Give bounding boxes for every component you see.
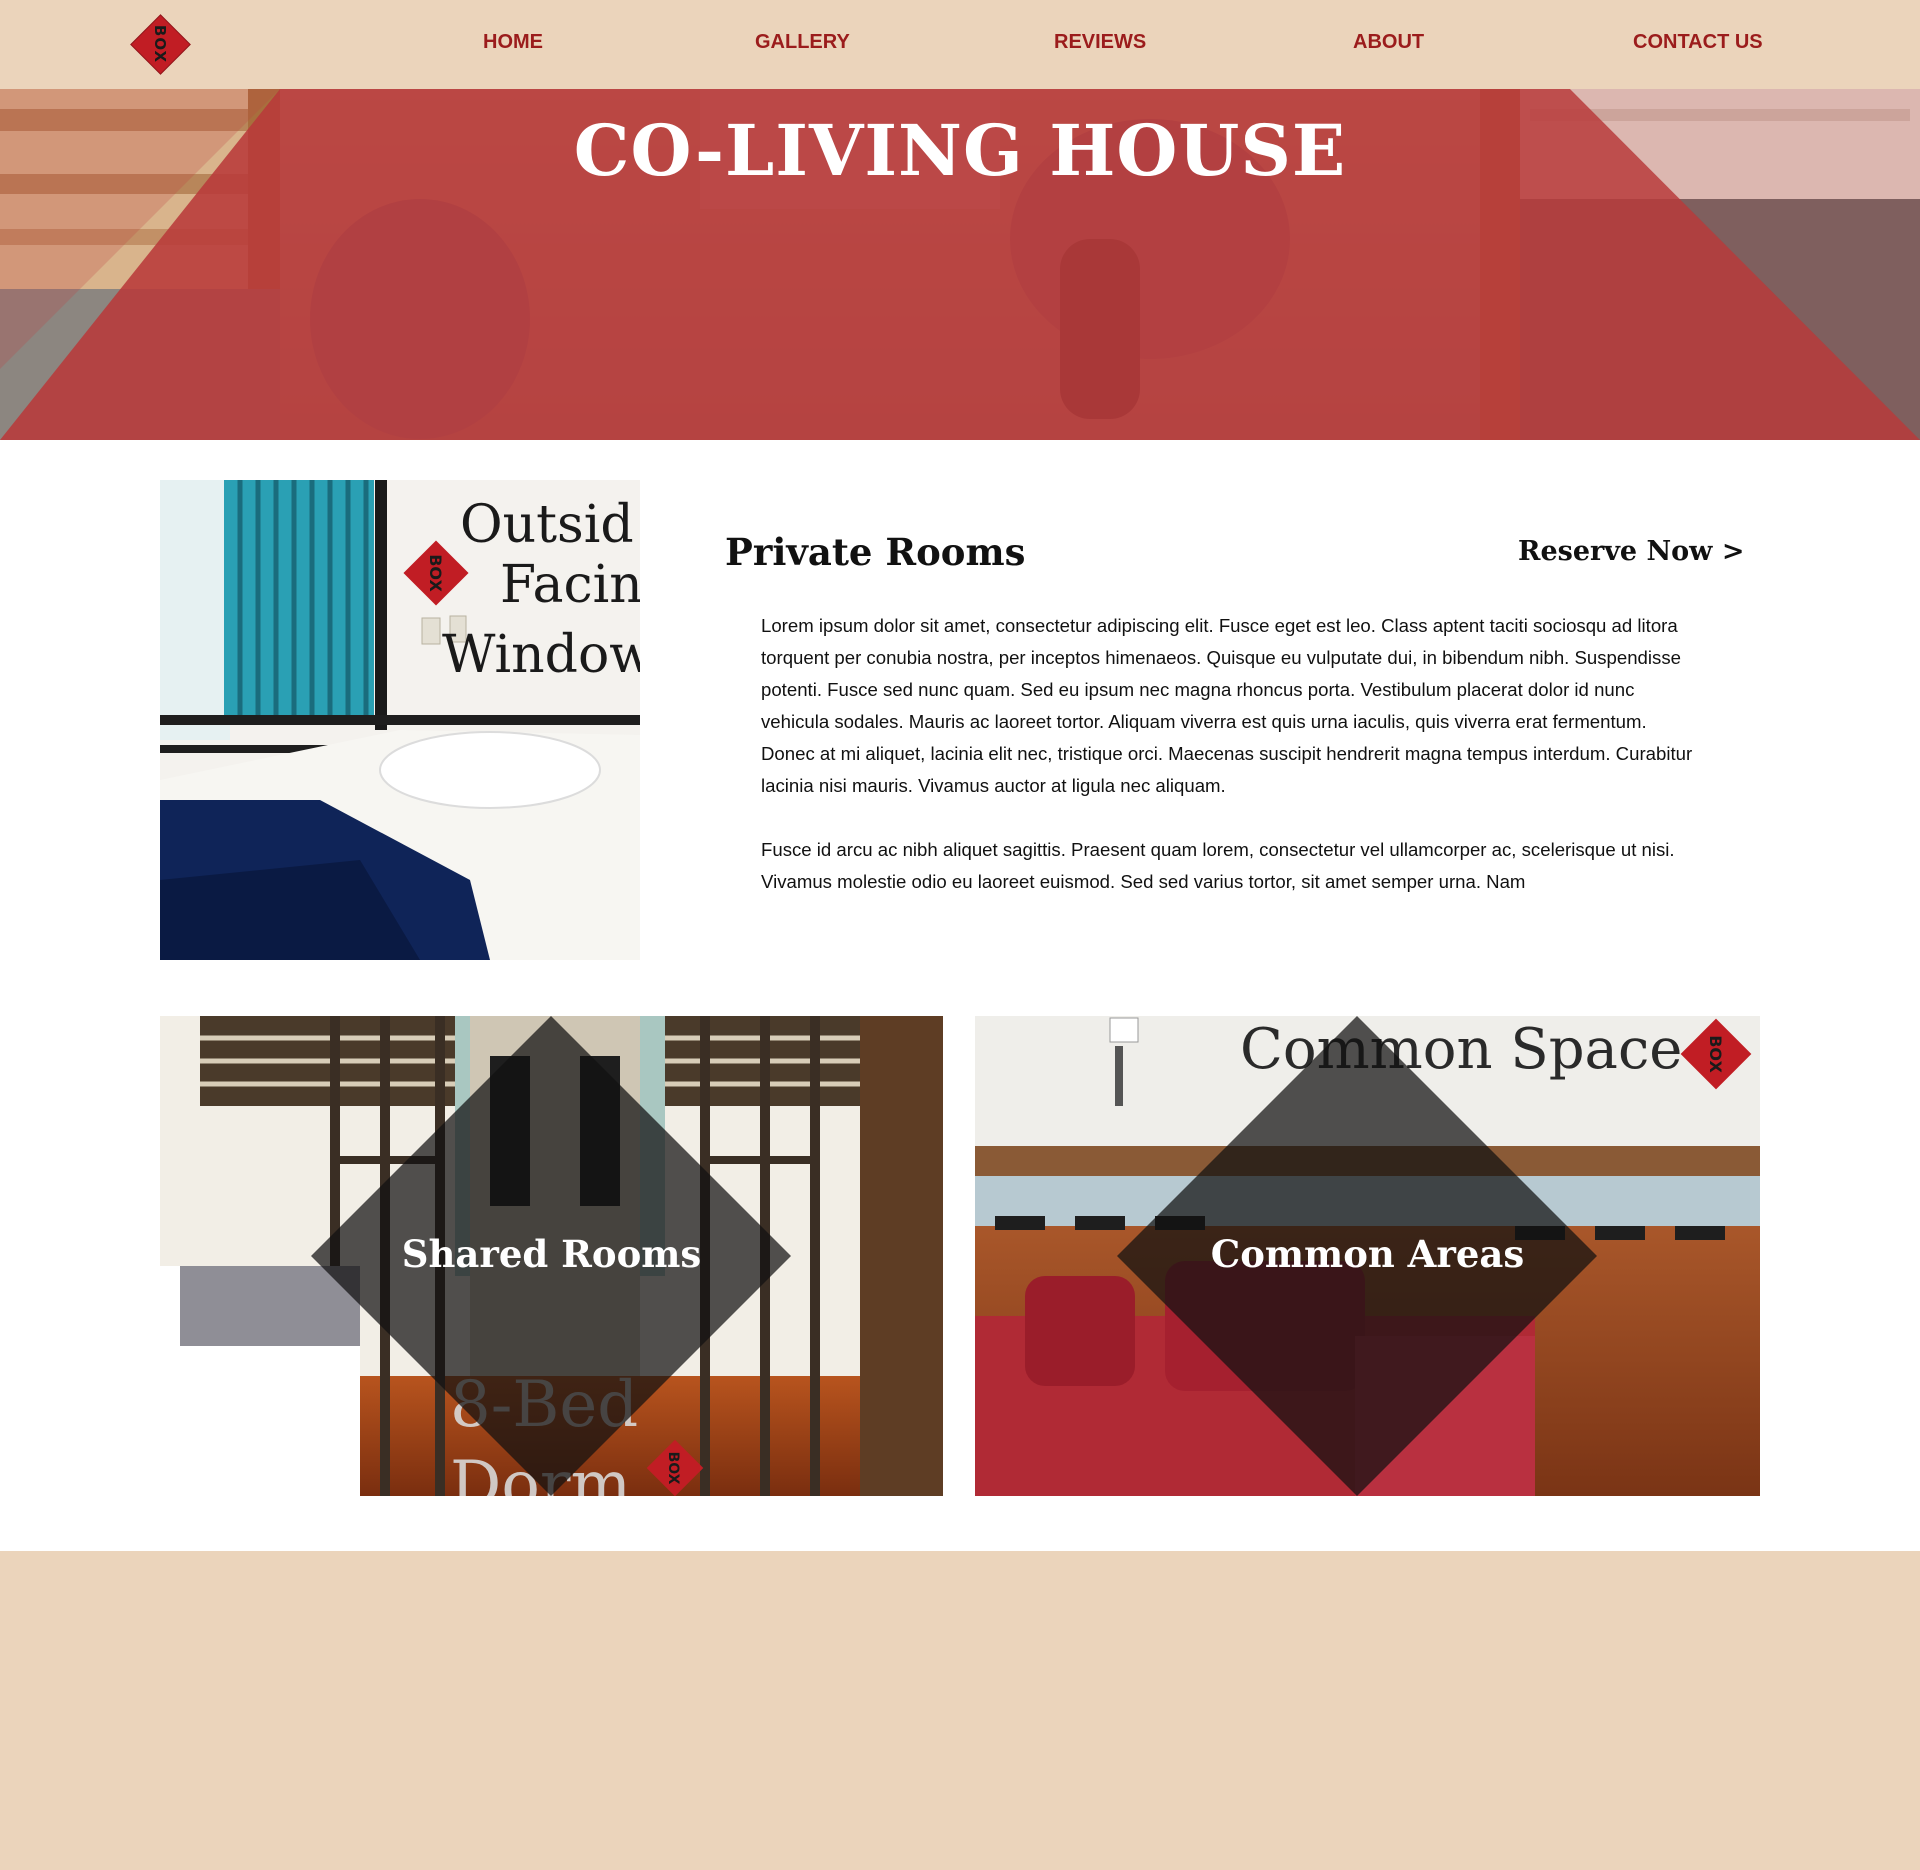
reserve-now-link[interactable]: Reserve Now > [1518,536,1744,567]
common-areas-label: Common Areas [1210,1232,1525,1276]
common-logo-text: BOX [1706,1035,1725,1073]
top-nav: BOX HOME GALLERY REVIEWS ABOUT CONTACT U… [0,0,1920,89]
photo-sign-line-1: Outsid [460,495,634,555]
nav-reviews-link[interactable]: REVIEWS [1054,31,1146,54]
nav-home-link[interactable]: HOME [483,31,543,54]
logo-text: BOX [151,24,169,64]
hero-title: CO-LIVING HOUSE [573,109,1347,192]
nav-contact-link[interactable]: CONTACT US [1633,31,1763,54]
private-room-photo[interactable]: BOX Outsid Facin Window [160,480,640,960]
description-paragraph-1: Lorem ipsum dolor sit amet, consectetur … [761,615,1693,796]
photo-sign-line-3: Window [442,625,640,685]
box-logo[interactable]: BOX [131,15,190,74]
nav-gallery-link[interactable]: GALLERY [755,31,850,54]
description-paragraph-2: Fusce id arcu ac nibh aliquet sagittis. … [761,839,1675,892]
private-rooms-heading: Private Rooms [725,530,1026,574]
private-rooms-description: Lorem ipsum dolor sit amet, consectetur … [761,610,1701,898]
nav-about-link[interactable]: ABOUT [1353,31,1424,54]
hero-banner: CO-LIVING HOUSE [0,89,1920,440]
shared-rooms-tile[interactable]: 8-Bed Dorm BOX Shared Rooms [160,1016,943,1496]
photo-logo-text: BOX [426,554,445,592]
private-room-image: BOX Outsid Facin Window [160,480,640,960]
photo-sign-line-2: Facin [500,555,640,615]
shared-logo-text: BOX [665,1452,681,1485]
shared-rooms-label: Shared Rooms [401,1232,702,1276]
footer [0,1551,1920,1870]
common-areas-tile[interactable]: Common Space BOX Common Areas [975,1016,1760,1496]
